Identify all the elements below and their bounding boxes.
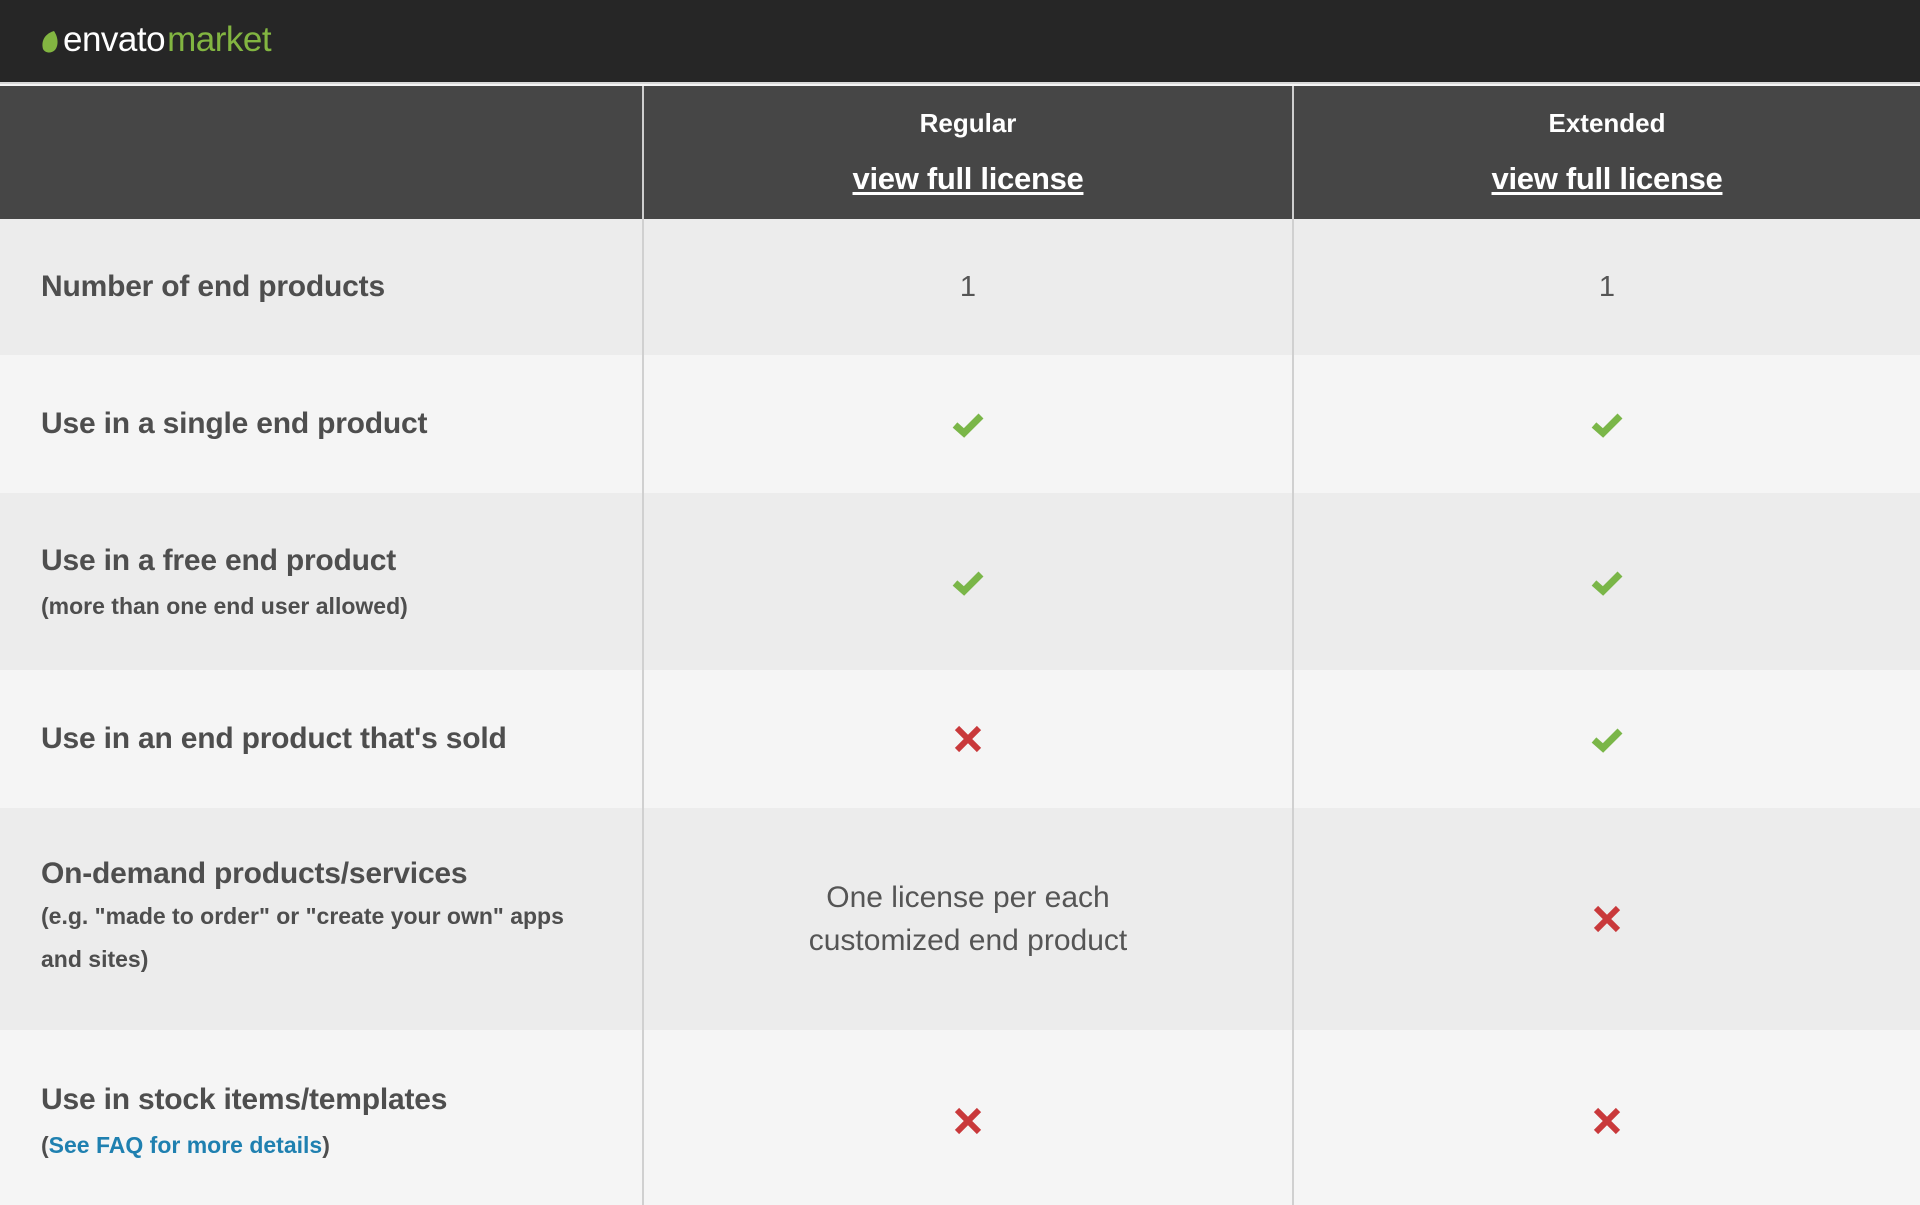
table-row: On-demand products/services (e.g. "made …: [0, 808, 1920, 1030]
regular-value-cell: 1: [643, 219, 1294, 355]
extended-value-cell: [1293, 1030, 1920, 1205]
extended-value-cell: [1293, 808, 1920, 1030]
row-label: Use in an end product that's sold: [41, 722, 507, 755]
plan-name-extended: Extended: [1548, 108, 1666, 138]
row-label-cell: On-demand products/services (e.g. "made …: [0, 808, 644, 1030]
row-label: Number of end products: [41, 270, 385, 303]
value-text: 1: [959, 270, 977, 303]
table-row: Use in a free end product (more than one…: [0, 493, 1920, 670]
check-icon: [1591, 413, 1623, 438]
cross-icon: [1593, 1107, 1621, 1134]
logo-brand: envato: [63, 20, 166, 59]
see-faq-link[interactable]: See FAQ for more details: [49, 1132, 323, 1158]
row-label-cell: Use in a free end product (more than one…: [0, 493, 644, 670]
view-full-license-regular-link[interactable]: view full license: [853, 161, 1084, 197]
logo-market: market: [167, 20, 272, 59]
table-row: Use in stock items/templates (See FAQ fo…: [0, 1030, 1920, 1205]
value-text: One license per each customized end prod…: [808, 881, 1128, 957]
envato-market-logo[interactable]: envato market: [40, 18, 272, 62]
regular-value-cell: One license per each customized end prod…: [643, 808, 1294, 1030]
extended-value-cell: [1293, 670, 1920, 808]
row-sublabel: (more than one end user allowed): [41, 592, 408, 619]
header-regular: Regular view full license: [643, 86, 1294, 219]
header-empty-cell: [0, 86, 644, 219]
extended-value-cell: [1293, 355, 1920, 493]
extended-value-cell: [1293, 493, 1920, 670]
table-row: Use in an end product that's sold: [0, 670, 1920, 808]
row-label: Use in a free end product: [41, 543, 397, 577]
paren-open: (: [41, 1131, 49, 1158]
check-icon: [952, 413, 984, 438]
regular-value-cell: [643, 670, 1294, 808]
table-row: Number of end products 1 1: [0, 219, 1920, 355]
regular-value-cell: [643, 355, 1294, 493]
header-extended: Extended view full license: [1293, 86, 1920, 219]
extended-value-cell: 1: [1293, 219, 1920, 355]
row-label-cell: Use in stock items/templates (See FAQ fo…: [0, 1030, 644, 1205]
row-label-cell: Number of end products: [0, 219, 644, 355]
leaf-icon: [42, 31, 58, 53]
table-header-row: Regular view full license Extended view …: [0, 86, 1920, 219]
top-bar: envato market: [0, 0, 1920, 84]
license-comparison-table: Regular view full license Extended view …: [0, 86, 1920, 1205]
table-row: Use in a single end product: [0, 355, 1920, 493]
check-icon: [952, 571, 984, 596]
value-text: 1: [1598, 270, 1616, 303]
row-label: On-demand products/services: [41, 857, 468, 890]
row-label-cell: Use in an end product that's sold: [0, 670, 644, 808]
regular-value-cell: [643, 1030, 1294, 1205]
check-icon: [1591, 571, 1623, 596]
row-sublabel: (See FAQ for more details): [41, 1131, 622, 1159]
row-sublabel: (e.g. "made to order" or "create your ow…: [41, 903, 564, 972]
row-label: Use in stock items/templates: [41, 1082, 448, 1116]
cross-icon: [1593, 906, 1621, 933]
view-full-license-extended-link[interactable]: view full license: [1492, 161, 1723, 197]
row-label-cell: Use in a single end product: [0, 355, 644, 493]
row-label: Use in a single end product: [41, 407, 428, 440]
cross-icon: [954, 726, 982, 753]
check-icon: [1591, 728, 1623, 753]
cross-icon: [954, 1107, 982, 1134]
paren-close: ): [322, 1131, 330, 1158]
plan-name-regular: Regular: [919, 108, 1017, 138]
regular-value-cell: [643, 493, 1294, 670]
